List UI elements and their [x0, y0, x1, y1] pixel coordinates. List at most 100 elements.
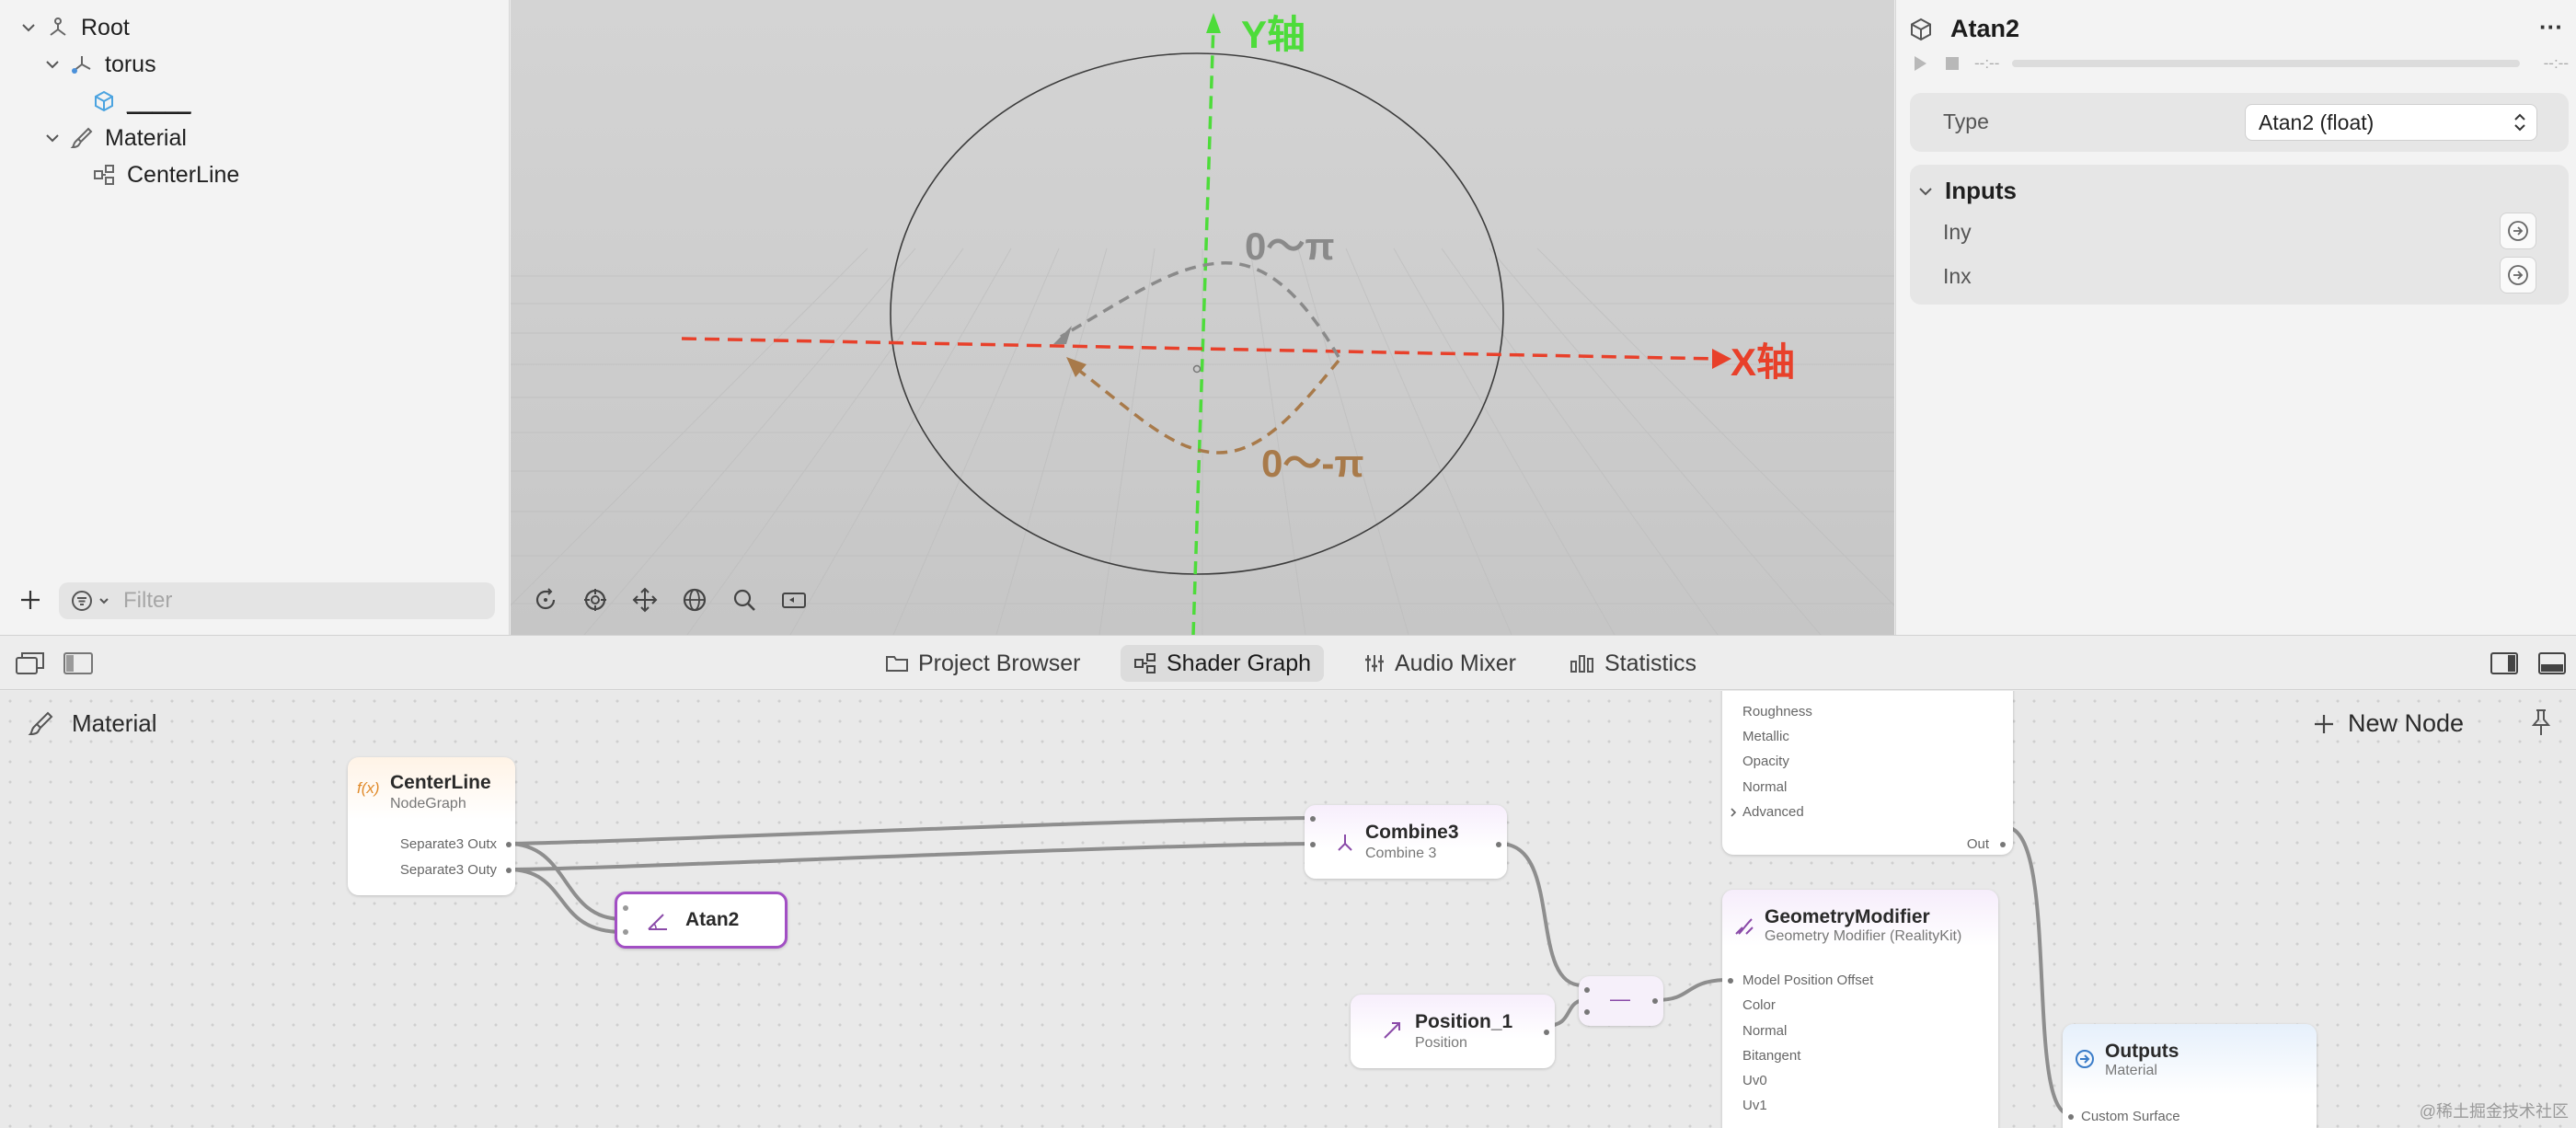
sliders-icon: [1365, 655, 1384, 672]
type-select[interactable]: Atan2 (float): [2245, 104, 2537, 141]
move-button[interactable]: [624, 580, 666, 620]
shader-graph-canvas[interactable]: Material New Node f(x) CenterLine NodeGr…: [0, 691, 2576, 1128]
filter-placeholder: Filter: [123, 588, 173, 613]
port-label: Normal: [1742, 1023, 1788, 1039]
port-label: Out: [1966, 836, 1989, 852]
filter-options-button[interactable]: [70, 589, 110, 613]
pin-button[interactable]: [2528, 708, 2554, 742]
zoom-button[interactable]: [723, 580, 765, 620]
port-label: Model Position Offset: [1742, 973, 1874, 988]
input-port-iny[interactable]: [623, 905, 628, 911]
tab-project-browser[interactable]: Project Browser: [872, 645, 1093, 682]
orbit-button[interactable]: [524, 580, 567, 620]
stop-icon[interactable]: [1943, 54, 1961, 73]
port-label: Uv1: [1742, 1098, 1767, 1113]
inspector-title: Atan2: [1950, 15, 2020, 42]
input-port[interactable]: [1584, 1009, 1590, 1015]
updown-chevron-icon: [2514, 113, 2525, 132]
node-title: Position_1: [1415, 1011, 1513, 1032]
output-port-outx[interactable]: [506, 842, 512, 847]
output-port[interactable]: [1496, 842, 1501, 847]
output-port-out[interactable]: [2000, 842, 2006, 847]
chevron-down-icon[interactable]: [42, 54, 63, 75]
node-centerline[interactable]: f(x) CenterLine NodeGraph Separate3 Outx…: [348, 757, 515, 895]
output-port[interactable]: [1544, 1030, 1549, 1035]
tree-item-centerline[interactable]: CenterLine: [90, 156, 239, 193]
bar-chart-icon: [1570, 655, 1593, 673]
node-surface[interactable]: Roughness Metallic Opacity Normal Advanc…: [1722, 691, 2013, 855]
input-port-inx[interactable]: [623, 929, 628, 935]
subtract-icon: —: [1610, 987, 1630, 1010]
tree-item-label: Root: [81, 14, 130, 40]
input-iny-label: Iny: [1943, 220, 1972, 244]
tab-audio-mixer[interactable]: Audio Mixer: [1351, 645, 1529, 682]
port-label: Metallic: [1742, 729, 1789, 744]
pin-icon: [2531, 709, 2551, 735]
chevron-right-icon[interactable]: [1728, 807, 1739, 818]
node-geometry-modifier[interactable]: GeometryModifier Geometry Modifier (Real…: [1722, 890, 1998, 1128]
input-port[interactable]: [1310, 816, 1316, 822]
input-port-custom-surface[interactable]: [2068, 1114, 2074, 1120]
tree-item-label: CenterLine: [127, 161, 240, 188]
camera-button[interactable]: [773, 580, 815, 620]
tree-item-root[interactable]: Root: [18, 9, 130, 46]
wire-out-outputs: [2005, 825, 2071, 1116]
target-button[interactable]: [574, 580, 616, 620]
x-axis-label: X轴: [1731, 340, 1796, 384]
chevron-down-icon[interactable]: [18, 17, 39, 38]
node-title: Combine3: [1365, 822, 1459, 843]
magnifier-icon: [733, 589, 755, 611]
lower-range-label: 0～-π: [1261, 442, 1364, 485]
more-options-button[interactable]: ···: [2539, 13, 2563, 41]
viewport-3d[interactable]: Y轴 X轴 0～π 0～-π: [511, 0, 1894, 635]
node-combine3[interactable]: Combine3 Combine 3: [1305, 805, 1507, 879]
inputs-section-header[interactable]: Inputs: [1917, 177, 2017, 205]
playback-bar: --:-- --:--: [1910, 53, 2569, 74]
folder-icon: [886, 656, 908, 672]
port-label: Uv0: [1742, 1073, 1767, 1088]
node-atan2[interactable]: Atan2: [615, 892, 788, 949]
add-entity-button[interactable]: [17, 586, 44, 614]
bottom-panel-toggle-button[interactable]: [2537, 650, 2567, 681]
wire-minus-geometry: [1655, 978, 1725, 1002]
input-port[interactable]: [1310, 842, 1316, 847]
input-iny-connect-button[interactable]: [2500, 213, 2536, 249]
node-title: Atan2: [685, 909, 740, 930]
tree-item-mesh[interactable]: _____: [90, 83, 191, 120]
play-icon[interactable]: [1910, 53, 1930, 74]
output-port-outy[interactable]: [506, 868, 512, 873]
input-port[interactable]: [1584, 987, 1590, 993]
filter-field[interactable]: Filter: [59, 582, 495, 619]
windows-toggle-button[interactable]: [15, 650, 46, 681]
output-port[interactable]: [1652, 998, 1658, 1004]
node-outputs[interactable]: Outputs Material Custom Surface: [2063, 1024, 2317, 1128]
tree-item-torus[interactable]: torus: [42, 46, 156, 83]
torus-outline: [890, 52, 1504, 575]
tab-label: Shader Graph: [1167, 650, 1312, 676]
input-port[interactable]: [1728, 978, 1733, 984]
chevron-down-icon[interactable]: [42, 128, 63, 148]
function-icon: f(x): [357, 779, 380, 797]
tab-statistics[interactable]: Statistics: [1557, 645, 1709, 682]
watermark: @稀土掘金技术社区: [2419, 1102, 2569, 1121]
time-start: --:--: [1974, 54, 2000, 72]
sidebar-toggle-button[interactable]: [63, 650, 94, 681]
right-panel-toggle-button[interactable]: [2490, 650, 2519, 681]
node-subtract[interactable]: —: [1579, 976, 1663, 1026]
tab-shader-graph[interactable]: Shader Graph: [1121, 645, 1325, 682]
filter-icon: [72, 591, 92, 611]
node-position[interactable]: Position_1 Position: [1351, 995, 1555, 1068]
input-inx-connect-button[interactable]: [2500, 257, 2536, 294]
editor-tab-bar: Project Browser Shader Graph Audio Mixer…: [0, 635, 2576, 690]
tree-item-material[interactable]: Material: [42, 120, 187, 156]
inputs-header: Inputs: [1945, 177, 2017, 204]
output-arrow-icon: [2076, 1050, 2094, 1068]
new-node-button[interactable]: New Node: [2313, 709, 2464, 738]
transform-icon: [68, 51, 96, 78]
node-subtitle: Geometry Modifier (RealityKit): [1765, 928, 1962, 944]
sidebar-icon: [63, 652, 93, 674]
globe-button[interactable]: [673, 580, 716, 620]
port-label: Color: [1742, 997, 1776, 1013]
playback-scrubber[interactable]: [2012, 60, 2520, 67]
node-title: Outputs: [2105, 1041, 2179, 1062]
